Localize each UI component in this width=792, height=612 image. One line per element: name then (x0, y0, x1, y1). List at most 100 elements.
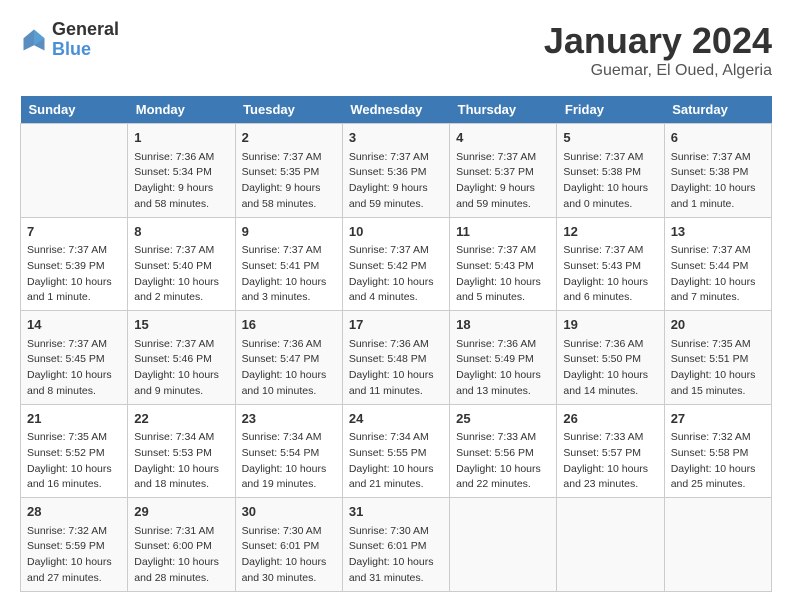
calendar-cell: 1Sunrise: 7:36 AMSunset: 5:34 PMDaylight… (128, 124, 235, 218)
day-number: 8 (134, 222, 228, 242)
day-info: Sunrise: 7:36 AMSunset: 5:49 PMDaylight:… (456, 337, 550, 400)
calendar-cell: 21Sunrise: 7:35 AMSunset: 5:52 PMDayligh… (21, 404, 128, 498)
day-number: 20 (671, 315, 765, 335)
day-info: Sunrise: 7:37 AMSunset: 5:41 PMDaylight:… (242, 243, 336, 306)
calendar-cell: 16Sunrise: 7:36 AMSunset: 5:47 PMDayligh… (235, 311, 342, 405)
day-number: 24 (349, 409, 443, 429)
day-info: Sunrise: 7:36 AMSunset: 5:50 PMDaylight:… (563, 337, 657, 400)
weekday-header-sunday: Sunday (21, 96, 128, 124)
calendar-cell: 29Sunrise: 7:31 AMSunset: 6:00 PMDayligh… (128, 498, 235, 592)
calendar-cell: 9Sunrise: 7:37 AMSunset: 5:41 PMDaylight… (235, 217, 342, 311)
calendar-cell: 13Sunrise: 7:37 AMSunset: 5:44 PMDayligh… (664, 217, 771, 311)
weekday-header-saturday: Saturday (664, 96, 771, 124)
day-number: 29 (134, 502, 228, 522)
weekday-header-wednesday: Wednesday (342, 96, 449, 124)
calendar-cell: 8Sunrise: 7:37 AMSunset: 5:40 PMDaylight… (128, 217, 235, 311)
day-info: Sunrise: 7:35 AMSunset: 5:52 PMDaylight:… (27, 430, 121, 493)
day-number: 4 (456, 128, 550, 148)
day-info: Sunrise: 7:37 AMSunset: 5:37 PMDaylight:… (456, 150, 550, 213)
day-info: Sunrise: 7:35 AMSunset: 5:51 PMDaylight:… (671, 337, 765, 400)
day-info: Sunrise: 7:31 AMSunset: 6:00 PMDaylight:… (134, 524, 228, 587)
day-info: Sunrise: 7:32 AMSunset: 5:58 PMDaylight:… (671, 430, 765, 493)
day-number: 28 (27, 502, 121, 522)
logo-line1: General (52, 20, 119, 40)
weekday-header-row: SundayMondayTuesdayWednesdayThursdayFrid… (21, 96, 772, 124)
calendar-cell: 30Sunrise: 7:30 AMSunset: 6:01 PMDayligh… (235, 498, 342, 592)
calendar-cell: 27Sunrise: 7:32 AMSunset: 5:58 PMDayligh… (664, 404, 771, 498)
calendar-cell: 22Sunrise: 7:34 AMSunset: 5:53 PMDayligh… (128, 404, 235, 498)
day-info: Sunrise: 7:33 AMSunset: 5:56 PMDaylight:… (456, 430, 550, 493)
day-number: 11 (456, 222, 550, 242)
day-number: 9 (242, 222, 336, 242)
title-area: January 2024 Guemar, El Oued, Algeria (544, 20, 772, 80)
day-info: Sunrise: 7:37 AMSunset: 5:35 PMDaylight:… (242, 150, 336, 213)
calendar-cell: 25Sunrise: 7:33 AMSunset: 5:56 PMDayligh… (450, 404, 557, 498)
day-info: Sunrise: 7:37 AMSunset: 5:40 PMDaylight:… (134, 243, 228, 306)
week-row-4: 21Sunrise: 7:35 AMSunset: 5:52 PMDayligh… (21, 404, 772, 498)
calendar-cell: 31Sunrise: 7:30 AMSunset: 6:01 PMDayligh… (342, 498, 449, 592)
day-info: Sunrise: 7:33 AMSunset: 5:57 PMDaylight:… (563, 430, 657, 493)
day-number: 3 (349, 128, 443, 148)
logo-icon (20, 26, 48, 54)
day-info: Sunrise: 7:32 AMSunset: 5:59 PMDaylight:… (27, 524, 121, 587)
week-row-1: 1Sunrise: 7:36 AMSunset: 5:34 PMDaylight… (21, 124, 772, 218)
calendar-cell (21, 124, 128, 218)
calendar-cell: 5Sunrise: 7:37 AMSunset: 5:38 PMDaylight… (557, 124, 664, 218)
day-number: 1 (134, 128, 228, 148)
week-row-2: 7Sunrise: 7:37 AMSunset: 5:39 PMDaylight… (21, 217, 772, 311)
location-subtitle: Guemar, El Oued, Algeria (544, 62, 772, 80)
calendar-cell: 19Sunrise: 7:36 AMSunset: 5:50 PMDayligh… (557, 311, 664, 405)
day-info: Sunrise: 7:37 AMSunset: 5:42 PMDaylight:… (349, 243, 443, 306)
day-info: Sunrise: 7:36 AMSunset: 5:34 PMDaylight:… (134, 150, 228, 213)
day-info: Sunrise: 7:37 AMSunset: 5:46 PMDaylight:… (134, 337, 228, 400)
day-number: 5 (563, 128, 657, 148)
logo-text: General Blue (52, 20, 119, 60)
day-info: Sunrise: 7:34 AMSunset: 5:53 PMDaylight:… (134, 430, 228, 493)
calendar-table: SundayMondayTuesdayWednesdayThursdayFrid… (20, 96, 772, 592)
day-number: 19 (563, 315, 657, 335)
calendar-cell: 2Sunrise: 7:37 AMSunset: 5:35 PMDaylight… (235, 124, 342, 218)
day-number: 25 (456, 409, 550, 429)
day-number: 2 (242, 128, 336, 148)
day-info: Sunrise: 7:37 AMSunset: 5:38 PMDaylight:… (563, 150, 657, 213)
day-number: 26 (563, 409, 657, 429)
day-number: 21 (27, 409, 121, 429)
day-info: Sunrise: 7:37 AMSunset: 5:45 PMDaylight:… (27, 337, 121, 400)
calendar-cell: 18Sunrise: 7:36 AMSunset: 5:49 PMDayligh… (450, 311, 557, 405)
page-header: General Blue January 2024 Guemar, El Oue… (20, 20, 772, 80)
calendar-cell: 23Sunrise: 7:34 AMSunset: 5:54 PMDayligh… (235, 404, 342, 498)
calendar-cell: 11Sunrise: 7:37 AMSunset: 5:43 PMDayligh… (450, 217, 557, 311)
calendar-cell: 15Sunrise: 7:37 AMSunset: 5:46 PMDayligh… (128, 311, 235, 405)
weekday-header-tuesday: Tuesday (235, 96, 342, 124)
calendar-cell: 24Sunrise: 7:34 AMSunset: 5:55 PMDayligh… (342, 404, 449, 498)
calendar-cell (557, 498, 664, 592)
calendar-cell: 14Sunrise: 7:37 AMSunset: 5:45 PMDayligh… (21, 311, 128, 405)
day-number: 10 (349, 222, 443, 242)
calendar-cell: 26Sunrise: 7:33 AMSunset: 5:57 PMDayligh… (557, 404, 664, 498)
day-number: 31 (349, 502, 443, 522)
weekday-header-thursday: Thursday (450, 96, 557, 124)
day-info: Sunrise: 7:30 AMSunset: 6:01 PMDaylight:… (349, 524, 443, 587)
week-row-3: 14Sunrise: 7:37 AMSunset: 5:45 PMDayligh… (21, 311, 772, 405)
logo: General Blue (20, 20, 119, 60)
logo-line2: Blue (52, 39, 91, 59)
month-title: January 2024 (544, 20, 772, 62)
day-number: 15 (134, 315, 228, 335)
day-number: 13 (671, 222, 765, 242)
calendar-cell: 6Sunrise: 7:37 AMSunset: 5:38 PMDaylight… (664, 124, 771, 218)
calendar-cell: 10Sunrise: 7:37 AMSunset: 5:42 PMDayligh… (342, 217, 449, 311)
day-info: Sunrise: 7:30 AMSunset: 6:01 PMDaylight:… (242, 524, 336, 587)
day-info: Sunrise: 7:37 AMSunset: 5:43 PMDaylight:… (563, 243, 657, 306)
day-info: Sunrise: 7:37 AMSunset: 5:36 PMDaylight:… (349, 150, 443, 213)
day-number: 6 (671, 128, 765, 148)
day-number: 23 (242, 409, 336, 429)
calendar-cell: 7Sunrise: 7:37 AMSunset: 5:39 PMDaylight… (21, 217, 128, 311)
day-number: 7 (27, 222, 121, 242)
calendar-cell (664, 498, 771, 592)
day-number: 30 (242, 502, 336, 522)
day-number: 17 (349, 315, 443, 335)
calendar-cell: 28Sunrise: 7:32 AMSunset: 5:59 PMDayligh… (21, 498, 128, 592)
calendar-cell: 20Sunrise: 7:35 AMSunset: 5:51 PMDayligh… (664, 311, 771, 405)
day-number: 16 (242, 315, 336, 335)
calendar-cell: 17Sunrise: 7:36 AMSunset: 5:48 PMDayligh… (342, 311, 449, 405)
